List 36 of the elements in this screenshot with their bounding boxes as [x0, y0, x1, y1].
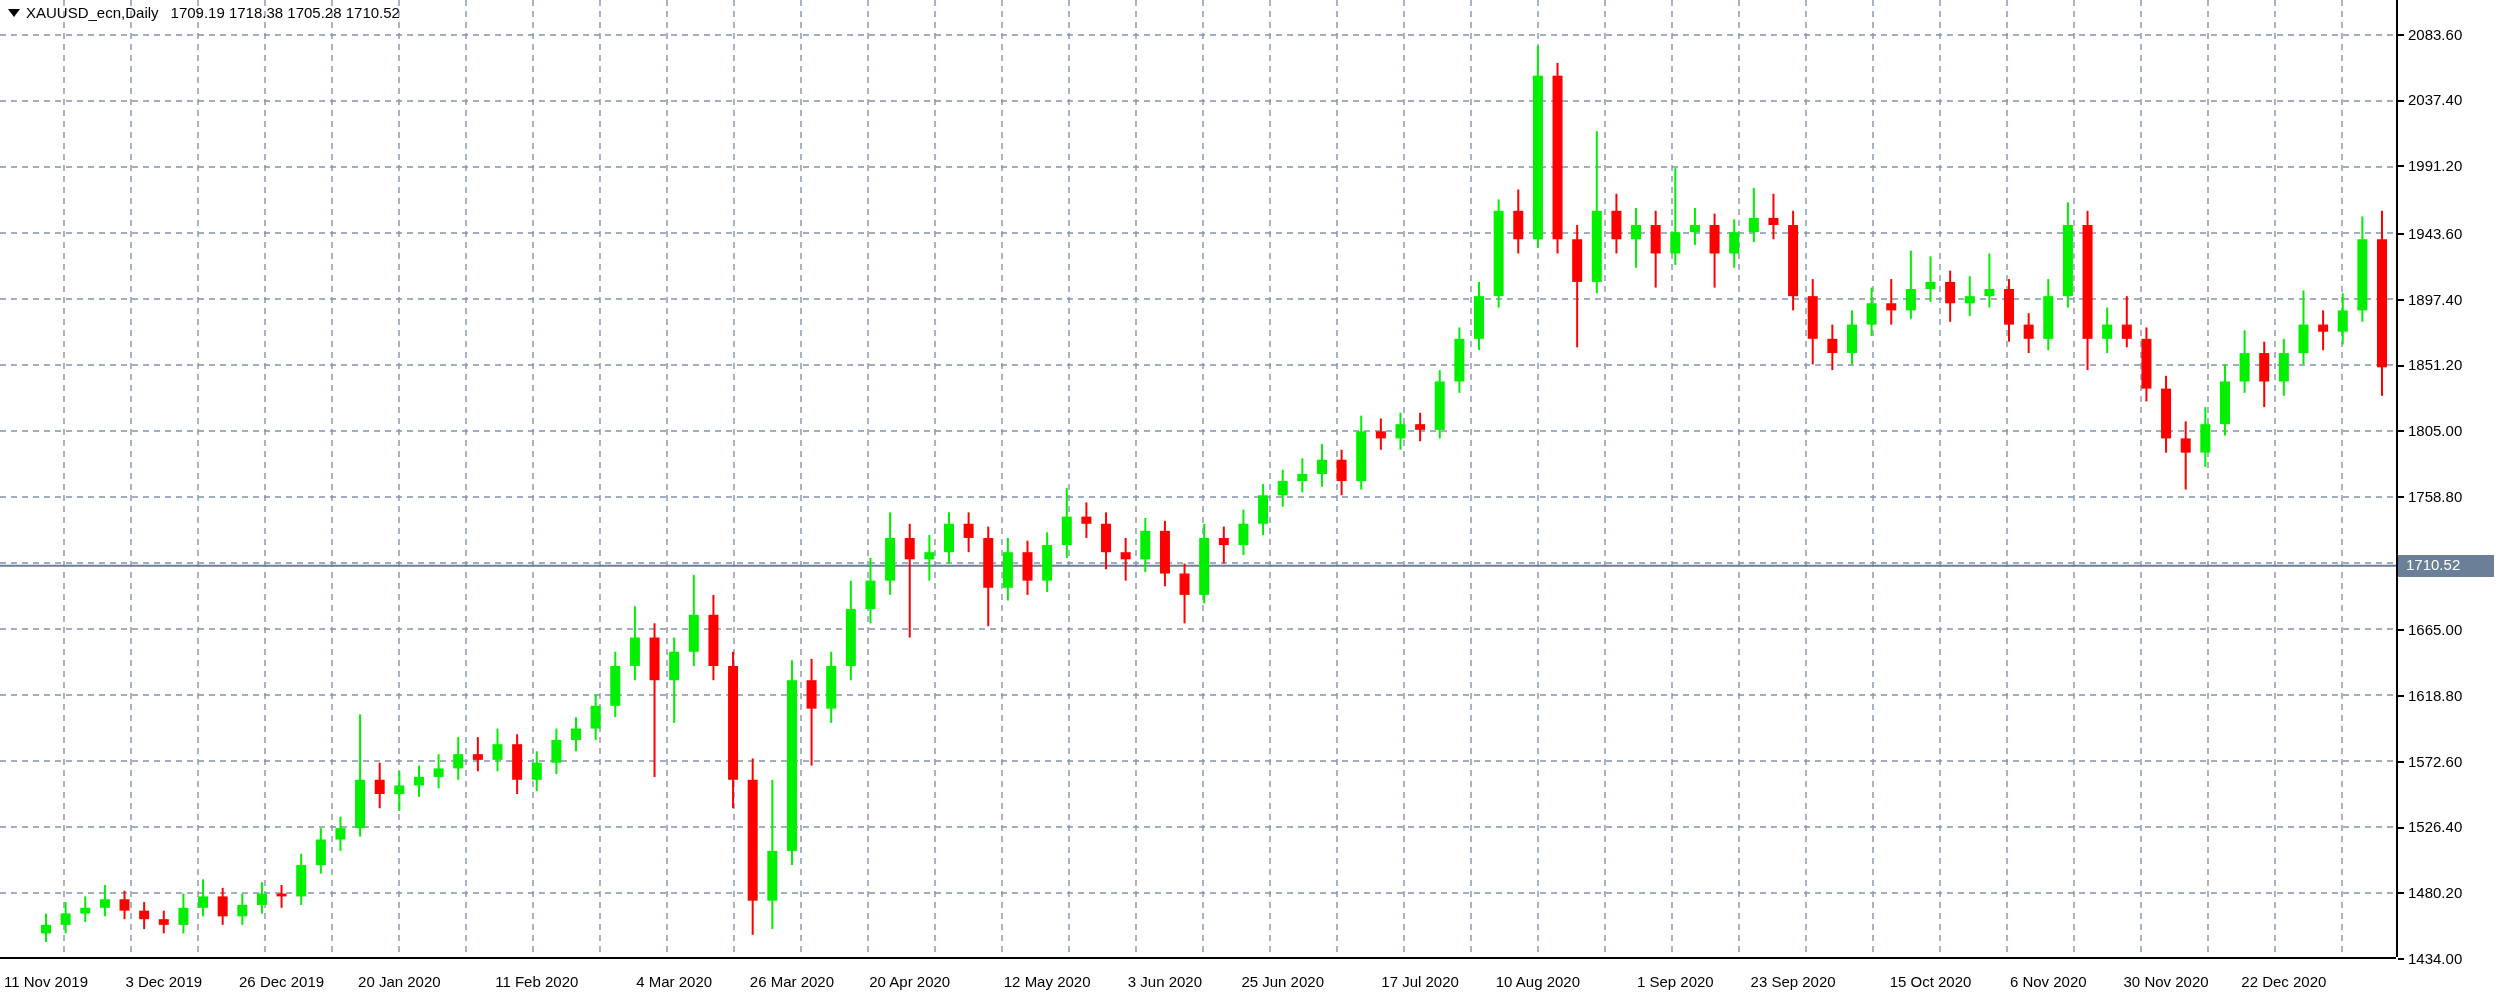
date-label: 4 Mar 2020 [636, 972, 713, 992]
date-label: 10 Aug 2020 [1495, 972, 1580, 992]
date-label: 20 Apr 2020 [869, 972, 951, 992]
date-label: 11 Feb 2020 [495, 972, 579, 992]
date-label: 30 Nov 2020 [2123, 972, 2209, 992]
date-label: 17 Jul 2020 [1381, 972, 1459, 992]
price-label: 1851.20 [2408, 355, 2463, 376]
date-label: 22 Dec 2020 [2241, 972, 2327, 992]
date-label: 1 Sep 2020 [1636, 972, 1714, 992]
date-label: 26 Mar 2020 [749, 972, 835, 992]
date-label: 15 Oct 2020 [1889, 972, 1972, 992]
price-label: 1943.60 [2408, 223, 2463, 244]
price-label: 1480.20 [2408, 883, 2463, 904]
date-label: 23 Sep 2020 [1750, 972, 1836, 992]
price-label: 1665.00 [2408, 620, 2463, 641]
price-label: 2083.60 [2408, 24, 2463, 45]
price-label: 1618.80 [2408, 685, 2463, 706]
price-label: 1991.20 [2408, 156, 2463, 177]
date-label: 6 Nov 2020 [2009, 972, 2087, 992]
chart-symbol: XAUUSD_ecn,Daily [26, 3, 159, 23]
price-label: 1526.40 [2408, 817, 2463, 838]
price-label: 1805.00 [2408, 421, 2463, 442]
date-label: 11 Nov 2019 [4, 972, 88, 992]
date-label: 25 Jun 2020 [1241, 972, 1324, 992]
price-label: 2037.40 [2408, 90, 2463, 111]
price-label: 1758.80 [2408, 486, 2463, 507]
price-label: 1572.60 [2408, 751, 2463, 772]
date-label: 12 May 2020 [1003, 972, 1091, 992]
date-label: 26 Dec 2019 [239, 972, 325, 992]
current-price-tag: 1710.52 [2398, 554, 2494, 577]
date-label: 3 Jun 2020 [1127, 972, 1203, 992]
date-label: 3 Dec 2019 [125, 972, 203, 992]
price-label: 1434.00 [2408, 948, 2463, 969]
chart-ohlc: 1709.19 1718.38 1705.28 1710.52 [170, 3, 400, 23]
date-label: 20 Jan 2020 [358, 972, 441, 992]
price-label: 1897.40 [2408, 289, 2463, 310]
